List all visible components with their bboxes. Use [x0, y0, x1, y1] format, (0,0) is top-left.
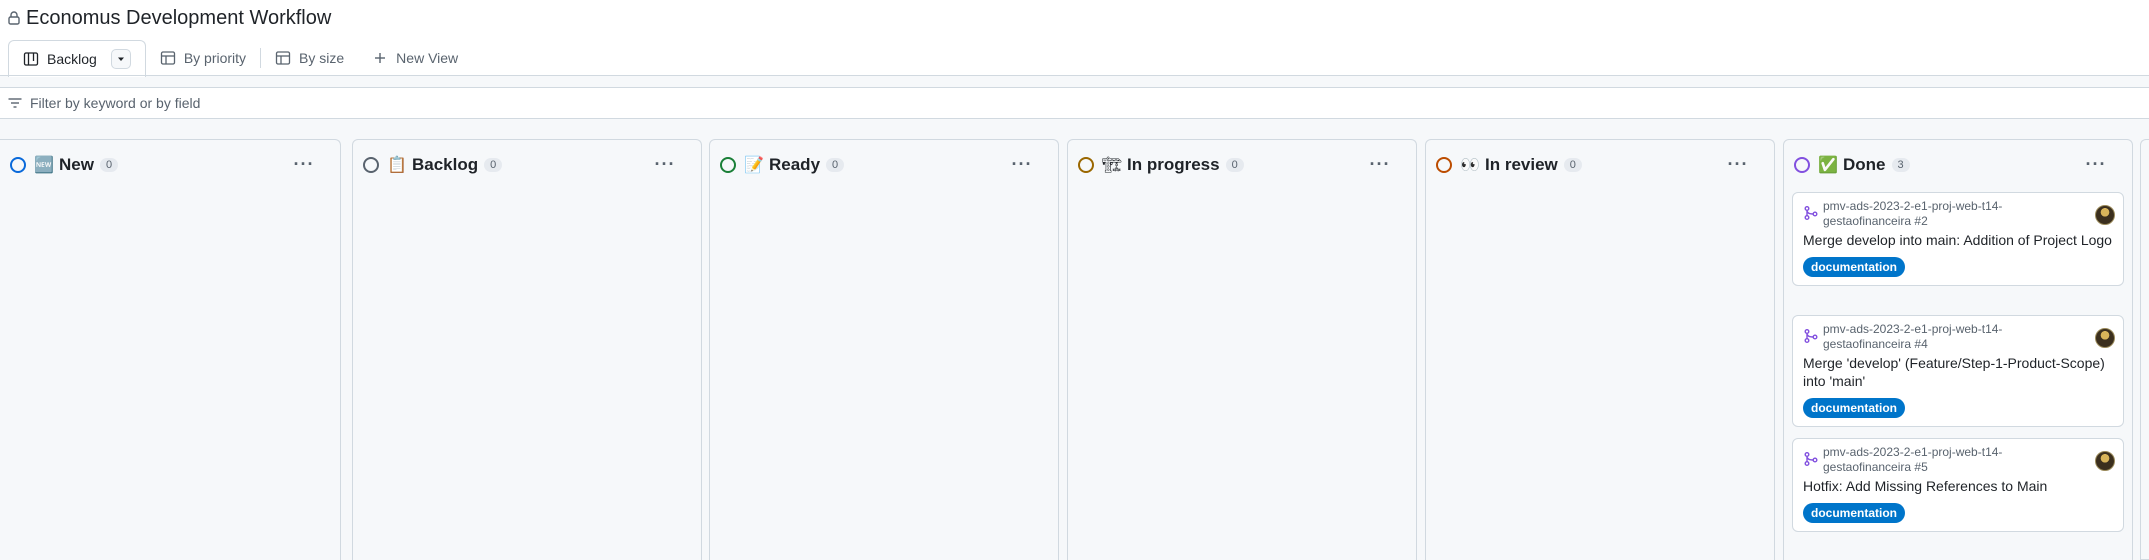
table-icon: [160, 51, 175, 65]
status-circle-icon: [1794, 157, 1810, 173]
column-count: 0: [826, 158, 845, 172]
merged-pull-request-icon: [1804, 452, 1818, 466]
merged-pull-request-icon: [1804, 206, 1818, 220]
tab-by-size[interactable]: By size: [261, 40, 358, 76]
project-title: Economus Development Workflow: [26, 6, 332, 29]
item-card[interactable]: pmv-ads-2023-2-e1-proj-web-t14-gestaofin…: [1792, 438, 2124, 532]
column-ready: 📝 Ready 0 ···: [709, 139, 1059, 560]
card-repo[interactable]: pmv-ads-2023-2-e1-proj-web-t14-gestaofin…: [1823, 445, 2087, 475]
title-row: Economus Development Workflow: [8, 4, 331, 32]
triangle-down-icon: [117, 57, 124, 61]
plus-icon: [375, 53, 386, 63]
status-circle-icon: [10, 157, 26, 173]
column-header: 🆕 New 0: [0, 140, 340, 190]
column-header: 📝 Ready 0: [710, 140, 1058, 190]
clipboard-emoji-icon: 📋: [387, 157, 407, 174]
column-menu-button[interactable]: ···: [651, 152, 679, 176]
column-title: Ready: [769, 155, 821, 174]
column-menu-button[interactable]: ···: [1008, 152, 1036, 176]
column-title: In progress: [1127, 155, 1220, 174]
table-icon: [275, 51, 291, 65]
column-count: 0: [1563, 158, 1582, 172]
column-title: New: [59, 155, 94, 174]
eyes-emoji-icon: 👀: [1460, 157, 1480, 174]
next-column-edge: [2140, 139, 2149, 560]
avatar[interactable]: [2095, 328, 2115, 348]
view-tabs: Backlog By priority By size New View: [8, 40, 472, 77]
column-title: Backlog: [412, 155, 479, 174]
column-in-review: 👀 In review 0 ···: [1425, 139, 1775, 560]
column-done: ✅ Done 3 ··· pmv-ads-2023-2-e1-proj-web-…: [1783, 139, 2133, 560]
status-circle-icon: [363, 157, 379, 173]
label-documentation[interactable]: documentation: [1803, 398, 1905, 418]
new-emoji-icon: 🆕: [34, 157, 54, 174]
new-view-label: New View: [396, 50, 459, 66]
column-header: 🏗 In progress 0: [1068, 140, 1416, 190]
column-menu-button[interactable]: ···: [1724, 152, 1752, 176]
column-menu-button[interactable]: ···: [290, 152, 318, 176]
filter-input[interactable]: [30, 95, 630, 111]
card-repo[interactable]: pmv-ads-2023-2-e1-proj-web-t14-gestaofin…: [1823, 322, 2087, 352]
check-mark-emoji-icon: ✅: [1818, 157, 1838, 174]
column-header: 📋 Backlog 0: [353, 140, 701, 190]
column-new: 🆕 New 0 ···: [0, 139, 341, 560]
avatar[interactable]: [2095, 205, 2115, 225]
tab-backlog[interactable]: Backlog: [8, 40, 146, 77]
column-in-progress: 🏗 In progress 0 ···: [1067, 139, 1417, 560]
tab-by-priority-label: By priority: [183, 50, 247, 66]
avatar[interactable]: [2095, 451, 2115, 471]
column-header: 👀 In review 0: [1426, 140, 1774, 190]
column-menu-button[interactable]: ···: [1366, 152, 1394, 176]
card-title[interactable]: Merge develop into main: Addition of Pro…: [1803, 231, 2113, 249]
column-count: 0: [1225, 158, 1244, 172]
column-count: 3: [1891, 158, 1910, 172]
card-title[interactable]: Merge 'develop' (Feature/Step-1-Product-…: [1803, 354, 2113, 390]
label-documentation[interactable]: documentation: [1803, 503, 1905, 523]
tabs-divider: [0, 75, 2149, 76]
column-count: 0: [484, 158, 503, 172]
merged-pull-request-icon: [1804, 329, 1818, 343]
tab-backlog-label: Backlog: [47, 51, 97, 67]
status-circle-icon: [1436, 157, 1452, 173]
tab-by-priority[interactable]: By priority: [146, 40, 260, 76]
construction-emoji-icon: 🏗: [1101, 157, 1123, 174]
column-title: Done: [1843, 155, 1886, 174]
column-title: In review: [1485, 155, 1558, 174]
filter-icon: [8, 98, 22, 108]
memo-emoji-icon: 📝: [744, 157, 764, 174]
item-card[interactable]: pmv-ads-2023-2-e1-proj-web-t14-gestaofin…: [1792, 192, 2124, 286]
column-count: 0: [99, 158, 119, 172]
card-title[interactable]: Hotfix: Add Missing References to Main: [1803, 477, 2113, 495]
project-header: Economus Development Workflow Backlog By…: [0, 0, 2149, 77]
view-options-button[interactable]: [110, 49, 131, 69]
lock-icon: [8, 11, 20, 25]
column-header: ✅ Done 3: [1784, 140, 2132, 190]
card-repo[interactable]: pmv-ads-2023-2-e1-proj-web-t14-gestaofin…: [1823, 199, 2087, 229]
status-circle-icon: [720, 157, 736, 173]
tab-by-size-label: By size: [299, 50, 345, 66]
filter-bar: [0, 87, 2149, 119]
board: 🆕 New 0 ··· 📋 Backlog 0 ··· 📝 Ready 0 ··…: [0, 139, 2149, 560]
status-circle-icon: [1078, 157, 1094, 173]
card-ref: pmv-ads-2023-2-e1-proj-web-t14-gestaofin…: [1803, 322, 2113, 352]
board-icon: [23, 52, 39, 66]
item-card[interactable]: pmv-ads-2023-2-e1-proj-web-t14-gestaofin…: [1792, 315, 2124, 427]
label-documentation[interactable]: documentation: [1803, 257, 1905, 277]
new-view-button[interactable]: New View: [358, 40, 472, 76]
card-ref: pmv-ads-2023-2-e1-proj-web-t14-gestaofin…: [1803, 445, 2113, 475]
card-ref: pmv-ads-2023-2-e1-proj-web-t14-gestaofin…: [1803, 199, 2113, 229]
column-backlog: 📋 Backlog 0 ···: [352, 139, 702, 560]
column-menu-button[interactable]: ···: [2082, 152, 2110, 176]
